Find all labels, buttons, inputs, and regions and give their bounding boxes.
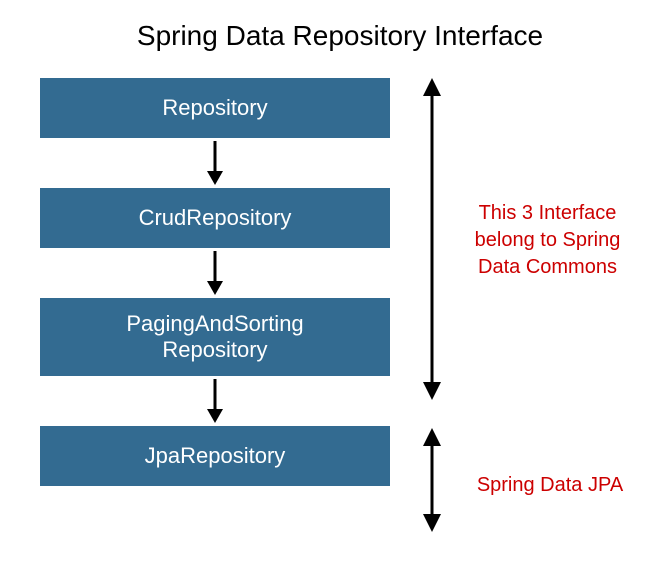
annotation-spring-data-commons: This 3 Interface belong to Spring Data C… <box>450 200 645 281</box>
inheritance-arrow-icon <box>40 376 390 426</box>
diagram-title: Spring Data Repository Interface <box>0 20 650 52</box>
box-paging-sorting-repository: PagingAndSorting Repository <box>40 298 390 376</box>
hierarchy-column: Repository CrudRepository PagingAndSorti… <box>40 78 390 486</box>
box-label-line: PagingAndSorting <box>126 311 303 336</box>
inheritance-arrow-icon <box>40 138 390 188</box>
annotation-line: This 3 Interface <box>479 202 617 224</box>
range-arrow-icon <box>418 78 446 400</box>
box-repository: Repository <box>40 78 390 138</box>
box-crud-repository: CrudRepository <box>40 188 390 248</box>
box-jpa-repository: JpaRepository <box>40 426 390 486</box>
annotation-spring-data-jpa: Spring Data JPA <box>460 472 640 499</box>
annotation-line: Spring Data JPA <box>477 474 623 496</box>
box-label: CrudRepository <box>139 205 292 231</box>
inheritance-arrow-icon <box>40 248 390 298</box>
box-label-line: Repository <box>162 337 267 362</box>
annotation-line: Data Commons <box>478 256 617 278</box>
box-label: JpaRepository <box>145 443 286 469</box>
box-label: PagingAndSorting Repository <box>126 311 303 364</box>
range-arrow-icon <box>418 428 446 532</box>
box-label: Repository <box>162 95 267 121</box>
annotation-line: belong to Spring <box>475 229 621 251</box>
